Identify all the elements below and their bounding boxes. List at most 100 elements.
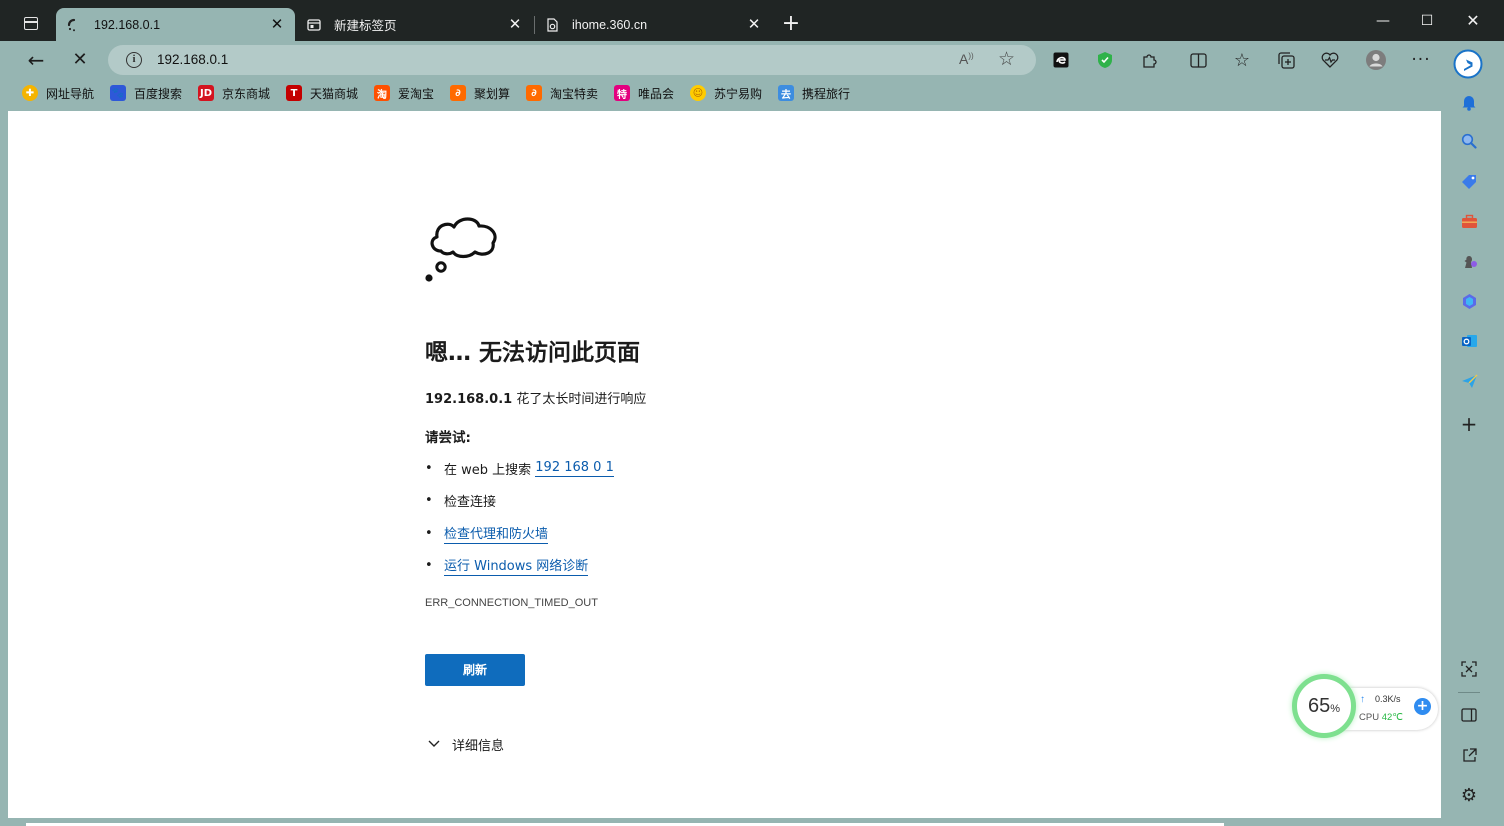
page-loading-icon (544, 17, 560, 33)
favorite-star-icon[interactable]: ☆ (998, 48, 1015, 70)
refresh-button[interactable]: 刷新 (425, 654, 525, 686)
bookmark-label: 爱淘宝 (398, 86, 435, 101)
tab-new-tab[interactable]: 新建标签页 ✕ (296, 8, 533, 41)
tab-title: ihome.360.cn (572, 17, 648, 32)
tab-strip: 192.168.0.1 ✕ 新建标签页 ✕ ihome.360.cn ✕ + —… (0, 0, 1504, 41)
profile-avatar-icon[interactable] (1365, 49, 1387, 71)
favorites-icon[interactable]: ☆ (1231, 49, 1253, 71)
bookmark-jd[interactable]: JD 京东商城 (198, 84, 270, 102)
bookmark-aitaobao[interactable]: 淘 爱淘宝 (374, 84, 434, 102)
site-info-icon[interactable]: i (126, 52, 142, 68)
bookmark-label: 百度搜索 (134, 86, 183, 101)
memory-percent: 65% (1308, 695, 1340, 718)
read-aloud-icon[interactable]: A)) (959, 51, 974, 67)
hide-sidebar-icon[interactable] (1458, 704, 1480, 726)
chevron-down-icon (428, 737, 452, 752)
bookmark-tmall[interactable]: T 天猫商城 (286, 84, 358, 102)
screenshot-icon[interactable] (1458, 658, 1480, 680)
bookmark-baidu[interactable]: 🐾 百度搜索 (110, 84, 182, 102)
suggestion-check-connection: • 检查连接 (425, 491, 496, 510)
tab-192-168-0-1[interactable]: 192.168.0.1 ✕ (56, 8, 295, 41)
suning-icon: ☺ (690, 85, 706, 101)
accelerate-plus-icon[interactable]: + (1414, 698, 1431, 715)
sidebar-settings-gear-icon[interactable]: ⚙ (1458, 784, 1480, 806)
search-web-link[interactable]: 192 168 0 1 (535, 460, 614, 477)
url-text[interactable]: 192.168.0.1 (157, 52, 228, 67)
bookmark-ctrip[interactable]: 去 携程旅行 (778, 84, 850, 102)
split-screen-icon[interactable] (1187, 49, 1209, 71)
bookmark-label: 聚划算 (474, 86, 511, 101)
new-tab-plus-icon[interactable]: + (779, 13, 803, 37)
sidebar-divider (1458, 692, 1480, 693)
bullet: • (425, 526, 433, 541)
tools-briefcase-icon[interactable] (1458, 210, 1480, 232)
run-diagnostics-link[interactable]: 运行 Windows 网络诊断 (444, 555, 589, 576)
stop-loading-icon[interactable]: ✕ (67, 47, 93, 73)
suggestion-check-proxy: • 检查代理和防火墙 (425, 523, 549, 544)
new-tab-page-icon (306, 17, 322, 33)
details-label: 详细信息 (452, 739, 505, 754)
back-arrow-icon[interactable]: ← (23, 47, 49, 73)
maximize-icon[interactable]: ☐ (1415, 9, 1439, 33)
suggestion-search-prefix: 在 web 上搜索 (444, 463, 536, 478)
error-desc-text: 花了太长时间进行响应 (512, 392, 647, 407)
drop-send-icon[interactable] (1458, 370, 1480, 392)
extension-edge-icon[interactable] (1050, 49, 1072, 71)
bookmark-label: 京东商城 (222, 86, 271, 101)
tab-title: 192.168.0.1 (94, 17, 161, 32)
search-icon[interactable] (1458, 130, 1480, 152)
add-sidebar-app-icon[interactable]: + (1458, 412, 1480, 436)
shield-extension-icon[interactable] (1094, 49, 1116, 71)
suggestion-search: • 在 web 上搜索 192 168 0 1 (425, 459, 614, 478)
tmall-icon: T (286, 85, 302, 101)
collections-icon[interactable] (1275, 49, 1297, 71)
bookmarks-bar: ✚ 网址导航 🐾 百度搜索 JD 京东商城 T 天猫商城 淘 爱淘宝 ∂ 聚划算… (0, 80, 1440, 106)
notification-bell-icon[interactable] (1458, 91, 1480, 113)
microsoft-365-icon[interactable] (1458, 290, 1480, 312)
bookmark-label: 天猫商城 (310, 86, 359, 101)
bookmark-vip[interactable]: 特 唯品会 (614, 84, 674, 102)
outlook-icon[interactable] (1458, 330, 1480, 352)
bing-chat-icon[interactable] (1453, 49, 1483, 79)
check-proxy-link[interactable]: 检查代理和防火墙 (444, 523, 549, 544)
tab-ihome[interactable]: ihome.360.cn ✕ (534, 8, 772, 41)
error-host: 192.168.0.1 (425, 392, 513, 407)
shopping-tag-icon[interactable] (1458, 170, 1480, 192)
bookmark-label: 苏宁易购 (714, 86, 763, 101)
games-chess-icon[interactable] (1458, 250, 1480, 272)
tab-actions-icon[interactable] (20, 14, 44, 36)
minimize-icon[interactable]: — (1371, 9, 1395, 33)
bullet: • (425, 493, 433, 508)
error-description: 192.168.0.1 花了太长时间进行响应 (425, 388, 646, 407)
taobao-icon: 淘 (374, 85, 390, 101)
toolbar: ← ✕ i 192.168.0.1 A)) ☆ ☆ ··· (0, 41, 1440, 79)
bookmark-wangzhi[interactable]: ✚ 网址导航 (22, 84, 94, 102)
extensions-puzzle-icon[interactable] (1138, 49, 1160, 71)
speed-value: 0.3K/s (1375, 694, 1401, 704)
globe-icon: ✚ (22, 85, 38, 101)
bookmark-juhuasuan[interactable]: ∂ 聚划算 (450, 84, 510, 102)
tab-close-icon[interactable]: ✕ (744, 15, 764, 35)
open-external-icon[interactable] (1458, 744, 1480, 766)
system-monitor-widget[interactable]: 65% ↑ 0.3K/s CPU 42℃ + (1292, 674, 1440, 740)
bookmark-taobao-sale[interactable]: ∂ 淘宝特卖 (526, 84, 598, 102)
close-window-icon[interactable]: ✕ (1461, 9, 1485, 33)
browser-essentials-icon[interactable] (1319, 49, 1341, 71)
error-page: 嗯… 无法访问此页面 192.168.0.1 花了太长时间进行响应 请尝试: •… (8, 111, 1441, 818)
suggestion-diagnostics: • 运行 Windows 网络诊断 (425, 555, 589, 576)
bullet: • (425, 558, 433, 573)
cpu-label: CPU (1359, 712, 1380, 723)
memory-usage-ring[interactable]: 65% (1292, 674, 1356, 738)
percent-value: 65 (1307, 694, 1331, 717)
address-bar[interactable]: i 192.168.0.1 A)) ☆ (108, 45, 1036, 75)
try-label: 请尝试: (425, 430, 471, 446)
tab-close-icon[interactable]: ✕ (267, 15, 287, 35)
bookmark-label: 网址导航 (46, 86, 95, 101)
tab-close-icon[interactable]: ✕ (505, 15, 525, 35)
jd-icon: JD (198, 85, 214, 101)
upload-arrow-icon: ↑ (1360, 694, 1365, 705)
more-menu-icon[interactable]: ··· (1410, 49, 1432, 71)
bookmark-suning[interactable]: ☺ 苏宁易购 (690, 84, 762, 102)
details-toggle[interactable]: 详细信息 (428, 735, 504, 754)
check-connection-text: 检查连接 (444, 495, 497, 510)
